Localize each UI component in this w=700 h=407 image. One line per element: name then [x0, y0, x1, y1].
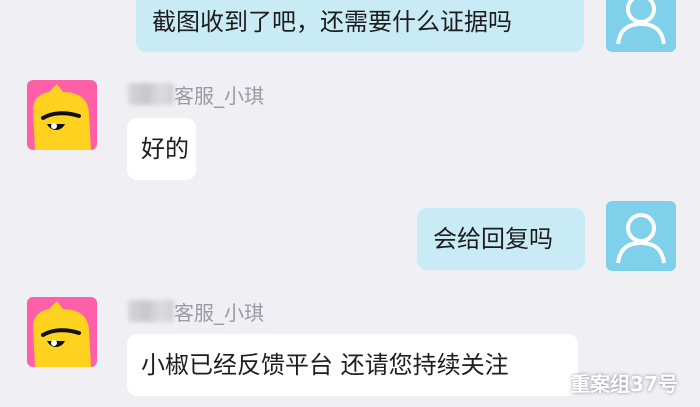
outgoing-message-bubble: 截图收到了吧，还需要什么证据吗	[136, 0, 584, 52]
sender-name: 客服_小琪	[128, 81, 264, 108]
message-text: 好的	[141, 135, 189, 163]
sender-name-label: 客服_小琪	[174, 83, 264, 108]
user-silhouette-icon	[606, 0, 676, 52]
incoming-message-bubble: 好的	[127, 118, 196, 180]
watermark: 重案组37号	[542, 368, 678, 397]
agent-avatar[interactable]	[27, 80, 97, 150]
sender-name-label: 客服_小琪	[174, 300, 264, 325]
user-silhouette-icon	[606, 201, 676, 271]
message-text: 截图收到了吧，还需要什么证据吗	[152, 8, 512, 36]
agent-cartoon-icon	[27, 297, 97, 367]
sender-name: 客服_小琪	[128, 298, 264, 325]
incoming-message-bubble: 小椒已经反馈平台 还请您持续关注	[127, 334, 578, 396]
message-text: 小椒已经反馈平台 还请您持续关注	[141, 351, 509, 379]
user-avatar[interactable]	[606, 0, 676, 52]
message-text: 会给回复吗	[433, 225, 553, 253]
user-avatar[interactable]	[606, 201, 676, 271]
redacted-name	[128, 83, 174, 105]
agent-cartoon-icon	[27, 80, 97, 150]
outgoing-message-bubble: 会给回复吗	[417, 208, 585, 270]
redacted-name	[128, 300, 174, 322]
wechat-icon	[542, 373, 565, 391]
watermark-text: 重案组37号	[570, 372, 678, 396]
agent-avatar[interactable]	[27, 297, 97, 367]
